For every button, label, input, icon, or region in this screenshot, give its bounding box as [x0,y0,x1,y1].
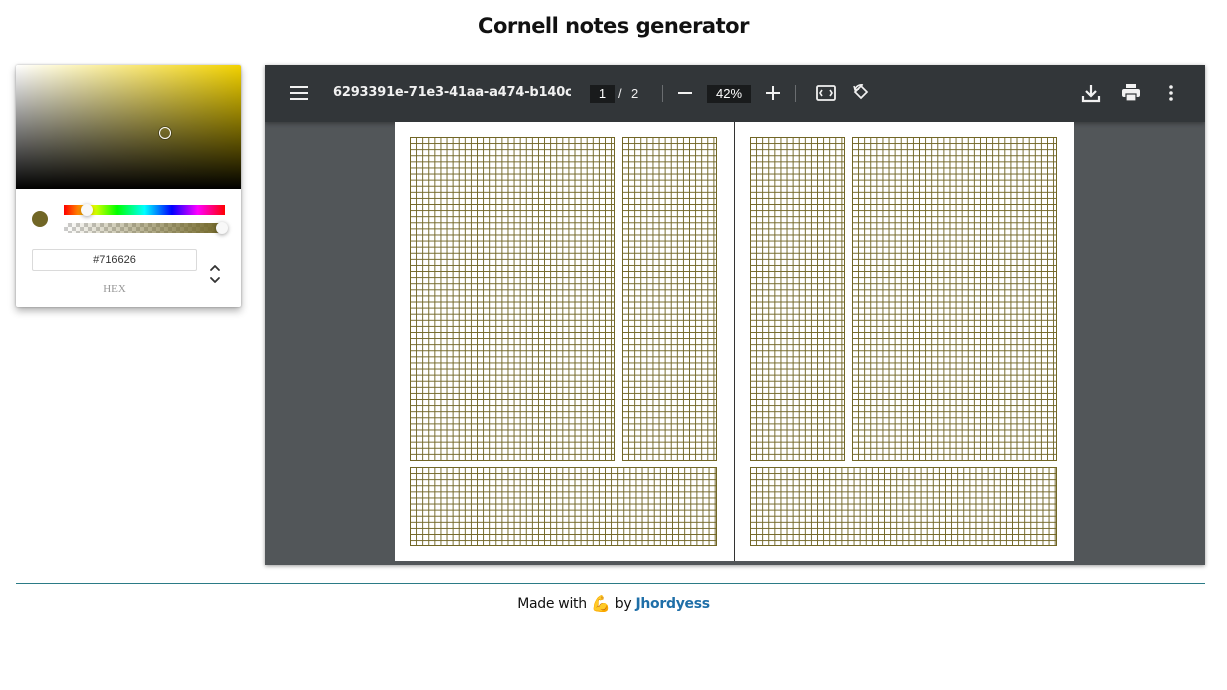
pdf-viewer: 6293391e-71e3-41aa-a474-b140cde... 1 / 2… [265,65,1205,565]
alpha-slider[interactable] [64,223,225,233]
saturation-area[interactable] [16,65,241,189]
alpha-slider-handle[interactable] [216,222,228,234]
pdf-page-1 [395,122,734,561]
file-title: 6293391e-71e3-41aa-a474-b140cde... [333,85,571,100]
page-title: Cornell notes generator [478,14,749,38]
cue-grid [750,137,845,461]
summary-grid [410,467,717,546]
hex-input[interactable] [32,249,197,271]
print-icon[interactable] [1117,79,1145,107]
zoom-in-icon[interactable] [759,79,787,107]
hue-slider-handle[interactable] [81,204,93,216]
page-separator: / [618,86,622,101]
flexed-biceps-icon: 💪 [590,594,611,613]
fit-page-icon[interactable] [812,79,840,107]
footer-by: by [614,596,632,612]
page-number-input[interactable]: 1 [590,85,615,103]
cue-grid [622,137,717,461]
notes-grid [410,137,615,461]
rotate-icon[interactable] [847,79,875,107]
menu-icon[interactable] [285,79,313,107]
zoom-input[interactable]: 42% [707,85,751,103]
download-icon[interactable] [1077,79,1105,107]
toolbar-divider [795,85,796,102]
page-total: 2 [631,86,639,101]
footer: Made with 💪 by Jhordyess [0,594,1227,613]
footer-divider [16,583,1205,584]
saturation-pointer[interactable] [159,127,171,139]
hex-label: HEX [103,283,126,295]
pdf-page-2 [735,122,1074,561]
color-picker: HEX [16,65,241,307]
footer-made-with: Made with [517,596,587,612]
summary-grid [750,467,1057,546]
notes-grid [852,137,1057,461]
format-toggle-icon[interactable] [206,261,224,287]
zoom-out-icon[interactable] [671,79,699,107]
more-options-icon[interactable] [1157,79,1185,107]
color-swatch [32,211,48,227]
toolbar-divider [662,85,663,102]
pdf-toolbar: 6293391e-71e3-41aa-a474-b140cde... 1 / 2… [265,65,1205,122]
author-link[interactable]: Jhordyess [635,596,710,612]
